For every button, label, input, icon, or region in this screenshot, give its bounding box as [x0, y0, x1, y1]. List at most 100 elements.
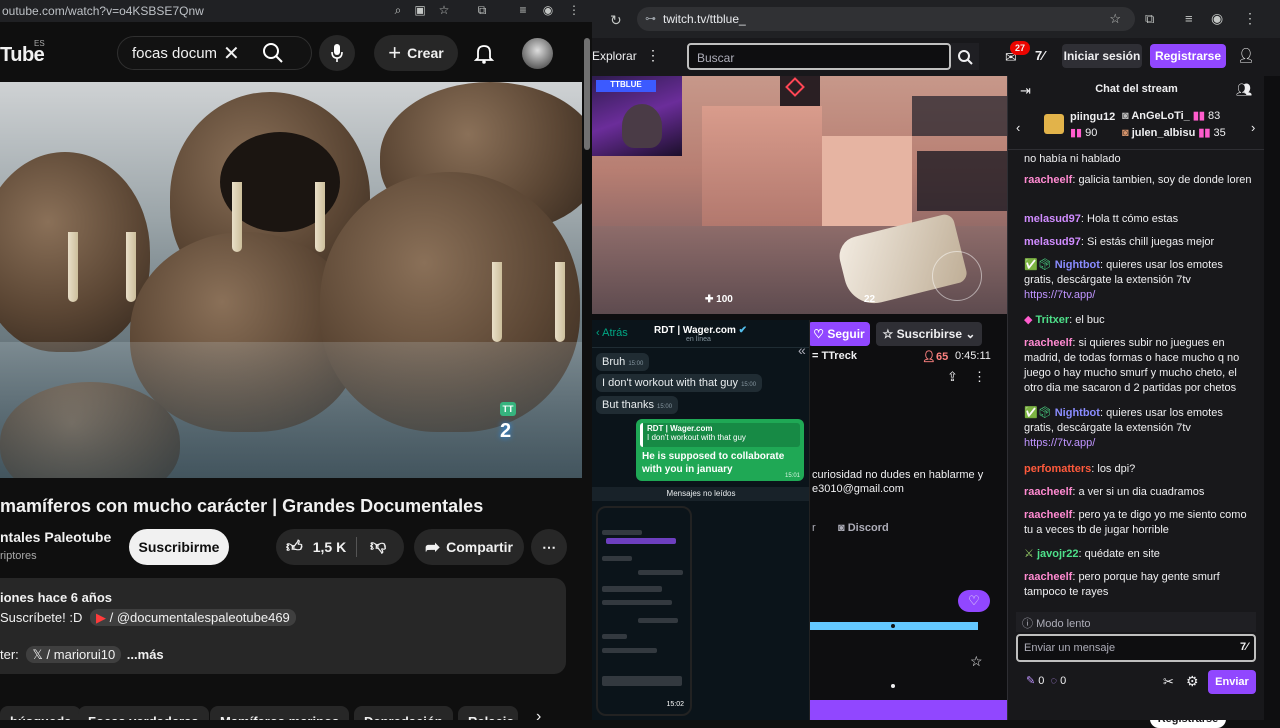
stream-game[interactable]: = TTreck — [812, 350, 857, 362]
back-button[interactable]: ‹ Atrás — [596, 327, 628, 339]
phone-screenshot[interactable]: 15:02 — [596, 506, 692, 716]
menu-icon[interactable]: ⋮ — [566, 3, 582, 19]
menu-icon-2[interactable]: ⋮ — [1243, 10, 1257, 27]
chat-message[interactable]: no había ni hablado — [1024, 152, 1252, 162]
video-description[interactable]: iones hace 6 años Suscríbete! :D ▶ / @do… — [0, 578, 566, 674]
chat-message-10[interactable]: raacheelf: a ver si un dia cuadramos — [1024, 485, 1252, 500]
chat-message-13[interactable]: raacheelf: pero porque hay gente smurf t… — [1024, 570, 1252, 600]
media-icon-2[interactable]: ≡ — [1185, 11, 1193, 26]
x-link[interactable]: 𝕏 / mariorui10 — [26, 646, 122, 663]
chip-search[interactable]: búsqueda — [0, 706, 82, 720]
extensions-icon[interactable]: ⧉ — [474, 3, 490, 19]
quoted-message[interactable]: RDT | Wager.com I don't workout with tha… — [640, 423, 800, 447]
about-email[interactable]: e3010@gmail.com — [812, 483, 904, 495]
twitch-address-bar[interactable]: ⊶ twitch.tv/ttblue_ ☆ — [637, 7, 1135, 31]
browser-scrollbar[interactable] — [1264, 76, 1280, 720]
register-button[interactable]: Registrarse — [1150, 44, 1226, 68]
explore-link[interactable]: Explorar — [592, 49, 637, 63]
chat-message-4[interactable]: melasud97: Si estás chill juegas mejor — [1024, 235, 1252, 250]
video-title: mamíferos con mucho carácter | Grandes D… — [0, 496, 484, 516]
subscribe-button[interactable]: Suscribirme — [129, 529, 229, 565]
heart-reaction-button[interactable]: ♡ — [958, 590, 990, 612]
page-scrollbar[interactable] — [584, 38, 590, 150]
chat-message-6[interactable]: ◆ Tritxer: el buc — [1024, 313, 1252, 328]
screenshot-icon[interactable]: ▣ — [412, 3, 428, 19]
7tv-emote-icon[interactable]: 7⁄ — [1240, 641, 1248, 653]
more-menu-icon[interactable]: ⋮ — [646, 47, 660, 64]
channel-points[interactable]: ✎ 0 ◌ 0 — [1026, 674, 1066, 687]
chat-message-8[interactable]: ✅📦︎ Nightbot: quieres usar los emotes gr… — [1024, 406, 1252, 451]
search-icon[interactable] — [262, 42, 286, 66]
chip-true-seals[interactable]: Focas verdaderas — [78, 706, 209, 720]
chevron-right-icon[interactable]: › — [536, 708, 541, 720]
more-actions-button[interactable]: ⋯ — [531, 529, 567, 565]
carousel-dot[interactable] — [891, 624, 895, 628]
like-count[interactable]: 1,5 K — [313, 539, 346, 555]
chat-tools-icon[interactable]: ✂ — [1163, 674, 1174, 690]
share-stream-icon[interactable]: ⇪ — [947, 369, 958, 385]
channel-link[interactable]: ▶ / @documentalespaleotube469 — [90, 609, 296, 626]
bookmark-star-icon-2[interactable]: ☆ — [1109, 11, 1121, 27]
chat-message-12[interactable]: ⚔ javojr22: quédate en site — [1024, 547, 1252, 562]
leaderboard-next-icon[interactable]: › — [1251, 120, 1255, 135]
gifter-name[interactable]: piingu12 — [1070, 111, 1115, 123]
create-button[interactable]: + Crear — [374, 35, 458, 71]
subscribe-dropdown[interactable]: ☆ Suscribirse ⌄ — [876, 322, 982, 346]
chat-link[interactable]: https://7tv.app/ — [1024, 289, 1095, 301]
chat-message-7[interactable]: raacheelf: si quieres subir no juegues e… — [1024, 336, 1252, 396]
channel-name[interactable]: ntales Paleotube — [0, 529, 111, 545]
chat-message-3[interactable]: melasud97: Hola tt cómo estas — [1024, 212, 1252, 227]
site-info-icon[interactable]: ⊶ — [645, 12, 656, 25]
discord-link[interactable]: ◙ Discord — [838, 522, 889, 534]
stream-more-icon[interactable]: ⋮ — [973, 369, 986, 385]
zoom-icon[interactable]: ⌕ — [390, 3, 406, 19]
chat-message-5[interactable]: ✅📦︎ Nightbot: quieres usar los emotes gr… — [1024, 258, 1252, 303]
twitch-search-input[interactable]: Buscar — [687, 43, 951, 70]
twitch-url: twitch.tv/ttblue_ — [663, 12, 746, 26]
avatar[interactable] — [522, 38, 553, 69]
microphone-icon[interactable] — [319, 35, 355, 71]
chat-input[interactable]: Enviar un mensaje 7⁄ — [1016, 634, 1256, 662]
user-icon[interactable]: 👤︎ — [1237, 47, 1255, 64]
twitch-search-button[interactable] — [951, 43, 979, 70]
contact-name[interactable]: RDT | Wager.com ✔ — [654, 325, 747, 336]
profile-icon-2[interactable]: ◉ — [1211, 10, 1223, 27]
7tv-icon[interactable]: 7⁄ — [1035, 48, 1044, 63]
share-button[interactable]: ➦ Compartir — [414, 529, 524, 565]
gifter-name-3[interactable]: ◙ julen_albisu ▮▮ 35 — [1122, 126, 1226, 139]
media-icon[interactable]: ≡ — [515, 3, 531, 19]
bookmark-star-icon[interactable]: ☆ — [436, 3, 452, 19]
badge-icon: ◆ — [1024, 314, 1033, 326]
social-link-partial[interactable]: r — [812, 522, 816, 534]
chip-marine-mammals[interactable]: Mamíferos marinos — [210, 706, 350, 720]
chip-related[interactable]: Relacio — [458, 706, 518, 720]
more-link[interactable]: ...más — [127, 647, 164, 662]
chat-link-2[interactable]: https://7tv.app/ — [1024, 437, 1095, 449]
carousel-dot-2[interactable] — [891, 684, 895, 688]
community-icon[interactable]: 👥︎ — [1236, 82, 1253, 98]
profile-icon[interactable]: ◉ — [540, 3, 556, 19]
clear-search-icon[interactable]: ✕ — [223, 41, 240, 66]
slow-mode-notice: ⓘ Modo lento — [1016, 612, 1256, 632]
collapse-left-icon[interactable]: « — [798, 342, 806, 358]
chat-message-2[interactable]: raacheelf: galicia tambien, soy de donde… — [1024, 173, 1252, 188]
extensions-icon-2[interactable]: ⧉ — [1145, 11, 1154, 27]
video-player[interactable] — [0, 82, 582, 478]
favorite-star-icon[interactable]: ☆ — [970, 653, 983, 670]
like-icon[interactable]: 👍︎ — [286, 538, 303, 557]
leaderboard-prev-icon[interactable]: ‹ — [1016, 120, 1020, 135]
chat-message-9[interactable]: perfomatters: los dpi? — [1024, 462, 1252, 477]
gifter-name-2[interactable]: ◙ AnGeLoTi_ ▮▮ 83 — [1122, 109, 1220, 122]
bell-icon[interactable] — [473, 42, 495, 64]
stream-player[interactable]: TTBLUE ✚ 100 22 — [592, 76, 1007, 314]
chat-settings-icon[interactable]: ⚙ — [1186, 673, 1199, 690]
youtube-address-bar[interactable]: outube.com/watch?v=o4KSBSE7Qnw ⌕ ▣ ☆ ⧉ ≡… — [0, 0, 592, 22]
reload-icon[interactable]: ↻ — [610, 12, 622, 29]
chip-predation[interactable]: Depredación — [354, 706, 453, 720]
chat-message-11[interactable]: raacheelf: pero ya te digo yo me siento … — [1024, 508, 1252, 538]
dislike-icon[interactable]: 👎︎ — [370, 537, 386, 556]
youtube-url[interactable]: outube.com/watch?v=o4KSBSE7Qnw — [2, 4, 204, 18]
login-button[interactable]: Iniciar sesión — [1062, 44, 1142, 68]
send-button[interactable]: Enviar — [1208, 670, 1256, 694]
follow-button[interactable]: ♡ Seguir — [808, 322, 870, 346]
